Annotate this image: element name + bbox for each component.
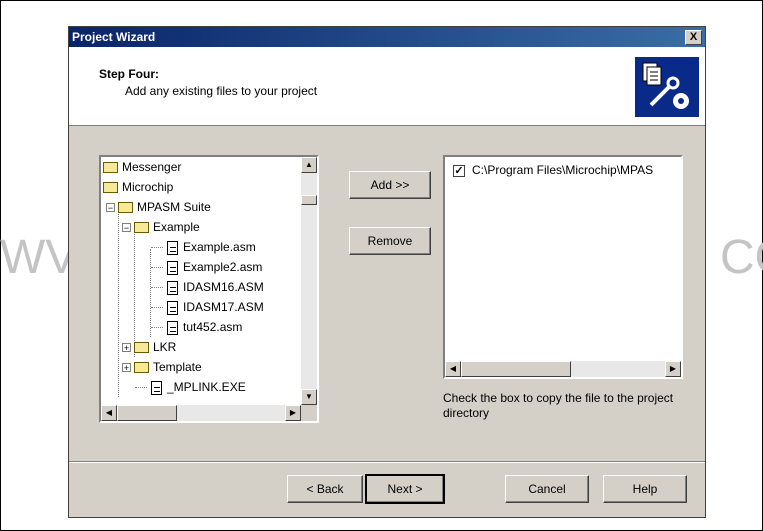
tree-item-label: Messenger (122, 160, 182, 174)
scroll-down-arrow-icon[interactable]: ▼ (301, 389, 317, 405)
scrollbar-corner (301, 405, 317, 421)
file-icon (151, 380, 162, 395)
tree-item-label: Example.asm (183, 240, 256, 254)
tree-item-label: Example (153, 220, 200, 234)
tree-item-label: IDASM16.ASM (183, 280, 264, 294)
tree-guide-line (151, 287, 163, 288)
tree-item-tut452[interactable]: tut452.asm (167, 317, 242, 337)
collapse-icon[interactable]: − (106, 203, 115, 213)
tree-guide-line (135, 387, 147, 388)
tree-item-idasm16[interactable]: IDASM16.ASM (167, 277, 264, 297)
list-item[interactable]: ✓ C:\Program Files\Microchip\MPAS (453, 163, 653, 177)
tree-item-label: Microchip (122, 180, 174, 194)
tree-content: Messenger Microchip − MPASM Suite − Exampl… (101, 157, 301, 405)
tree-guide-line (150, 249, 151, 337)
file-icon (167, 320, 178, 335)
tree-item-mplink[interactable]: _MPLINK.EXE (151, 377, 246, 397)
tree-item-lkr[interactable]: + LKR (122, 337, 176, 357)
tree-item-microchip[interactable]: Microchip (103, 177, 173, 197)
tree-item-label: Template (153, 360, 202, 374)
file-icon (167, 300, 178, 315)
file-path: C:\Program Files\Microchip\MPAS (472, 163, 654, 177)
watermark-left: WV (0, 231, 78, 284)
scroll-thumb[interactable] (117, 405, 177, 421)
scroll-thumb[interactable] (301, 195, 317, 205)
folder-icon (134, 342, 149, 354)
file-icon (167, 260, 178, 275)
file-icon (167, 240, 178, 255)
tree-item-mpasm-suite[interactable]: − MPASM Suite (106, 197, 211, 217)
tree-guide-line (151, 247, 163, 248)
expand-icon[interactable]: + (122, 343, 131, 353)
tree-item-template[interactable]: + Template (122, 357, 202, 377)
tree-item-example2-asm[interactable]: Example2.asm (167, 257, 262, 277)
tree-item-label: MPASM Suite (137, 200, 211, 214)
scroll-right-arrow-icon[interactable]: ▶ (285, 405, 301, 421)
scroll-left-arrow-icon[interactable]: ◀ (101, 405, 117, 421)
tree-guide-line (118, 209, 119, 397)
tree-item-label: tut452.asm (183, 320, 243, 334)
scroll-thumb[interactable] (461, 361, 571, 377)
footer-separator (69, 461, 705, 463)
tree-item-label: IDASM17.ASM (183, 300, 264, 314)
tree-vertical-scrollbar[interactable]: ▲ ▼ (301, 157, 317, 405)
title-bar[interactable]: Project Wizard X (69, 27, 705, 47)
tree-item-messenger[interactable]: Messenger (103, 157, 181, 177)
wizard-tools-icon (635, 57, 699, 117)
collapse-icon[interactable]: − (122, 223, 131, 233)
folder-open-icon (134, 222, 149, 234)
scroll-up-arrow-icon[interactable]: ▲ (301, 157, 317, 173)
folder-icon (103, 182, 118, 194)
back-button[interactable]: < Back (287, 475, 363, 503)
project-wizard-dialog: Project Wizard X Step Four: Add any exis… (68, 26, 706, 518)
tree-item-label: Example2.asm (183, 260, 263, 274)
window-title: Project Wizard (72, 30, 156, 44)
tree-item-example-asm[interactable]: Example.asm (167, 237, 256, 257)
folder-tree[interactable]: Messenger Microchip − MPASM Suite − Exampl… (99, 155, 319, 423)
tree-item-idasm17[interactable]: IDASM17.ASM (167, 297, 264, 317)
remove-button[interactable]: Remove (349, 227, 431, 255)
folder-icon (134, 362, 149, 374)
selected-files-list[interactable]: ✓ C:\Program Files\Microchip\MPAS ◀ ▶ (443, 155, 683, 379)
folder-icon (103, 162, 118, 174)
cancel-button[interactable]: Cancel (505, 475, 589, 503)
close-button[interactable]: X (685, 30, 702, 45)
folder-open-icon (118, 202, 133, 214)
tree-item-label: LKR (153, 340, 177, 354)
tree-horizontal-scrollbar[interactable]: ◀ ▶ (101, 405, 301, 421)
watermark-right: CO (720, 231, 763, 284)
expand-icon[interactable]: + (122, 363, 131, 373)
file-icon (167, 280, 178, 295)
tree-guide-line (151, 267, 163, 268)
scroll-left-arrow-icon[interactable]: ◀ (445, 361, 461, 377)
help-button[interactable]: Help (603, 475, 687, 503)
tree-item-label: _MPLINK.EXE (167, 380, 246, 394)
scroll-right-arrow-icon[interactable]: ▶ (665, 361, 681, 377)
step-subtitle: Add any existing files to your project (125, 84, 318, 98)
copy-to-project-checkbox[interactable]: ✓ (453, 164, 465, 177)
copy-hint-text: Check the box to copy the file to the pr… (443, 391, 674, 420)
wizard-header: Step Four: Add any existing files to you… (69, 47, 705, 126)
next-button[interactable]: Next > (365, 474, 445, 504)
step-title: Step Four: (99, 67, 159, 81)
files-horizontal-scrollbar[interactable]: ◀ ▶ (445, 361, 681, 377)
add-button[interactable]: Add >> (349, 171, 431, 199)
tree-guide-line (151, 307, 163, 308)
tree-item-example[interactable]: − Example (122, 217, 200, 237)
tree-guide-line (151, 327, 163, 328)
